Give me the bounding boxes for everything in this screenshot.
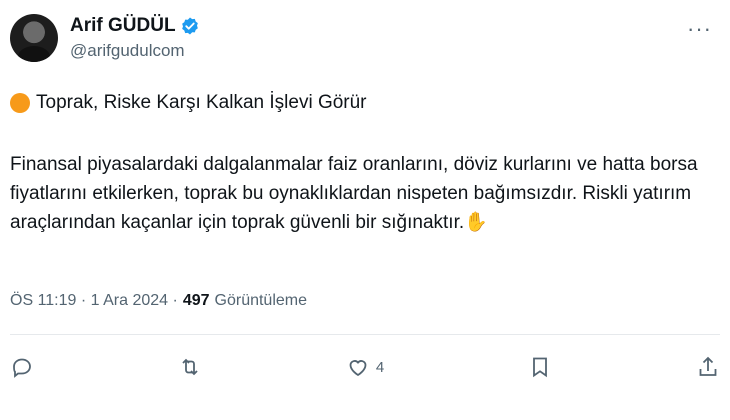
- action-bar: 4: [10, 350, 720, 384]
- orange-circle-icon: [10, 93, 30, 113]
- tweet-body: Finansal piyasalardaki dalgalanmalar fai…: [10, 154, 698, 233]
- retweet-button[interactable]: [178, 355, 202, 379]
- bookmark-button[interactable]: [528, 355, 552, 379]
- reply-icon: [13, 358, 31, 378]
- tweet-headline: Toprak, Riske Karşı Kalkan İşlevi Görür: [10, 92, 367, 114]
- headline-text: Toprak, Riske Karşı Kalkan İşlevi Görür: [36, 92, 367, 113]
- author-names: Arif GÜDÜL @arifgudulcom: [70, 15, 200, 61]
- tweet-header: Arif GÜDÜL @arifgudulcom: [10, 14, 200, 62]
- views-count: 497: [182, 292, 210, 309]
- timestamp[interactable]: ÖS 11:19 · 1 Ara 2024 ·: [10, 292, 178, 310]
- author-name[interactable]: Arif GÜDÜL: [70, 15, 176, 38]
- avatar[interactable]: [10, 14, 58, 62]
- retweet-icon: [182, 358, 198, 376]
- author-handle[interactable]: @arifgudulcom: [70, 41, 200, 61]
- views-label: Görüntüleme: [214, 292, 308, 309]
- bookmark-icon: [533, 357, 547, 378]
- divider: [10, 334, 720, 335]
- tweet-meta: ÖS 11:19 · 1 Ara 2024 · 497 Görüntüleme: [10, 292, 307, 310]
- like-count: 4: [375, 358, 385, 376]
- like-button[interactable]: 4: [346, 355, 384, 379]
- more-options-icon[interactable]: ···: [687, 16, 712, 42]
- share-button[interactable]: [696, 355, 720, 379]
- heart-icon: [349, 360, 367, 377]
- reply-button[interactable]: [10, 355, 34, 379]
- share-icon: [699, 356, 717, 376]
- verified-badge-icon: [181, 17, 198, 35]
- author-name-row: Arif GÜDÜL: [70, 15, 200, 38]
